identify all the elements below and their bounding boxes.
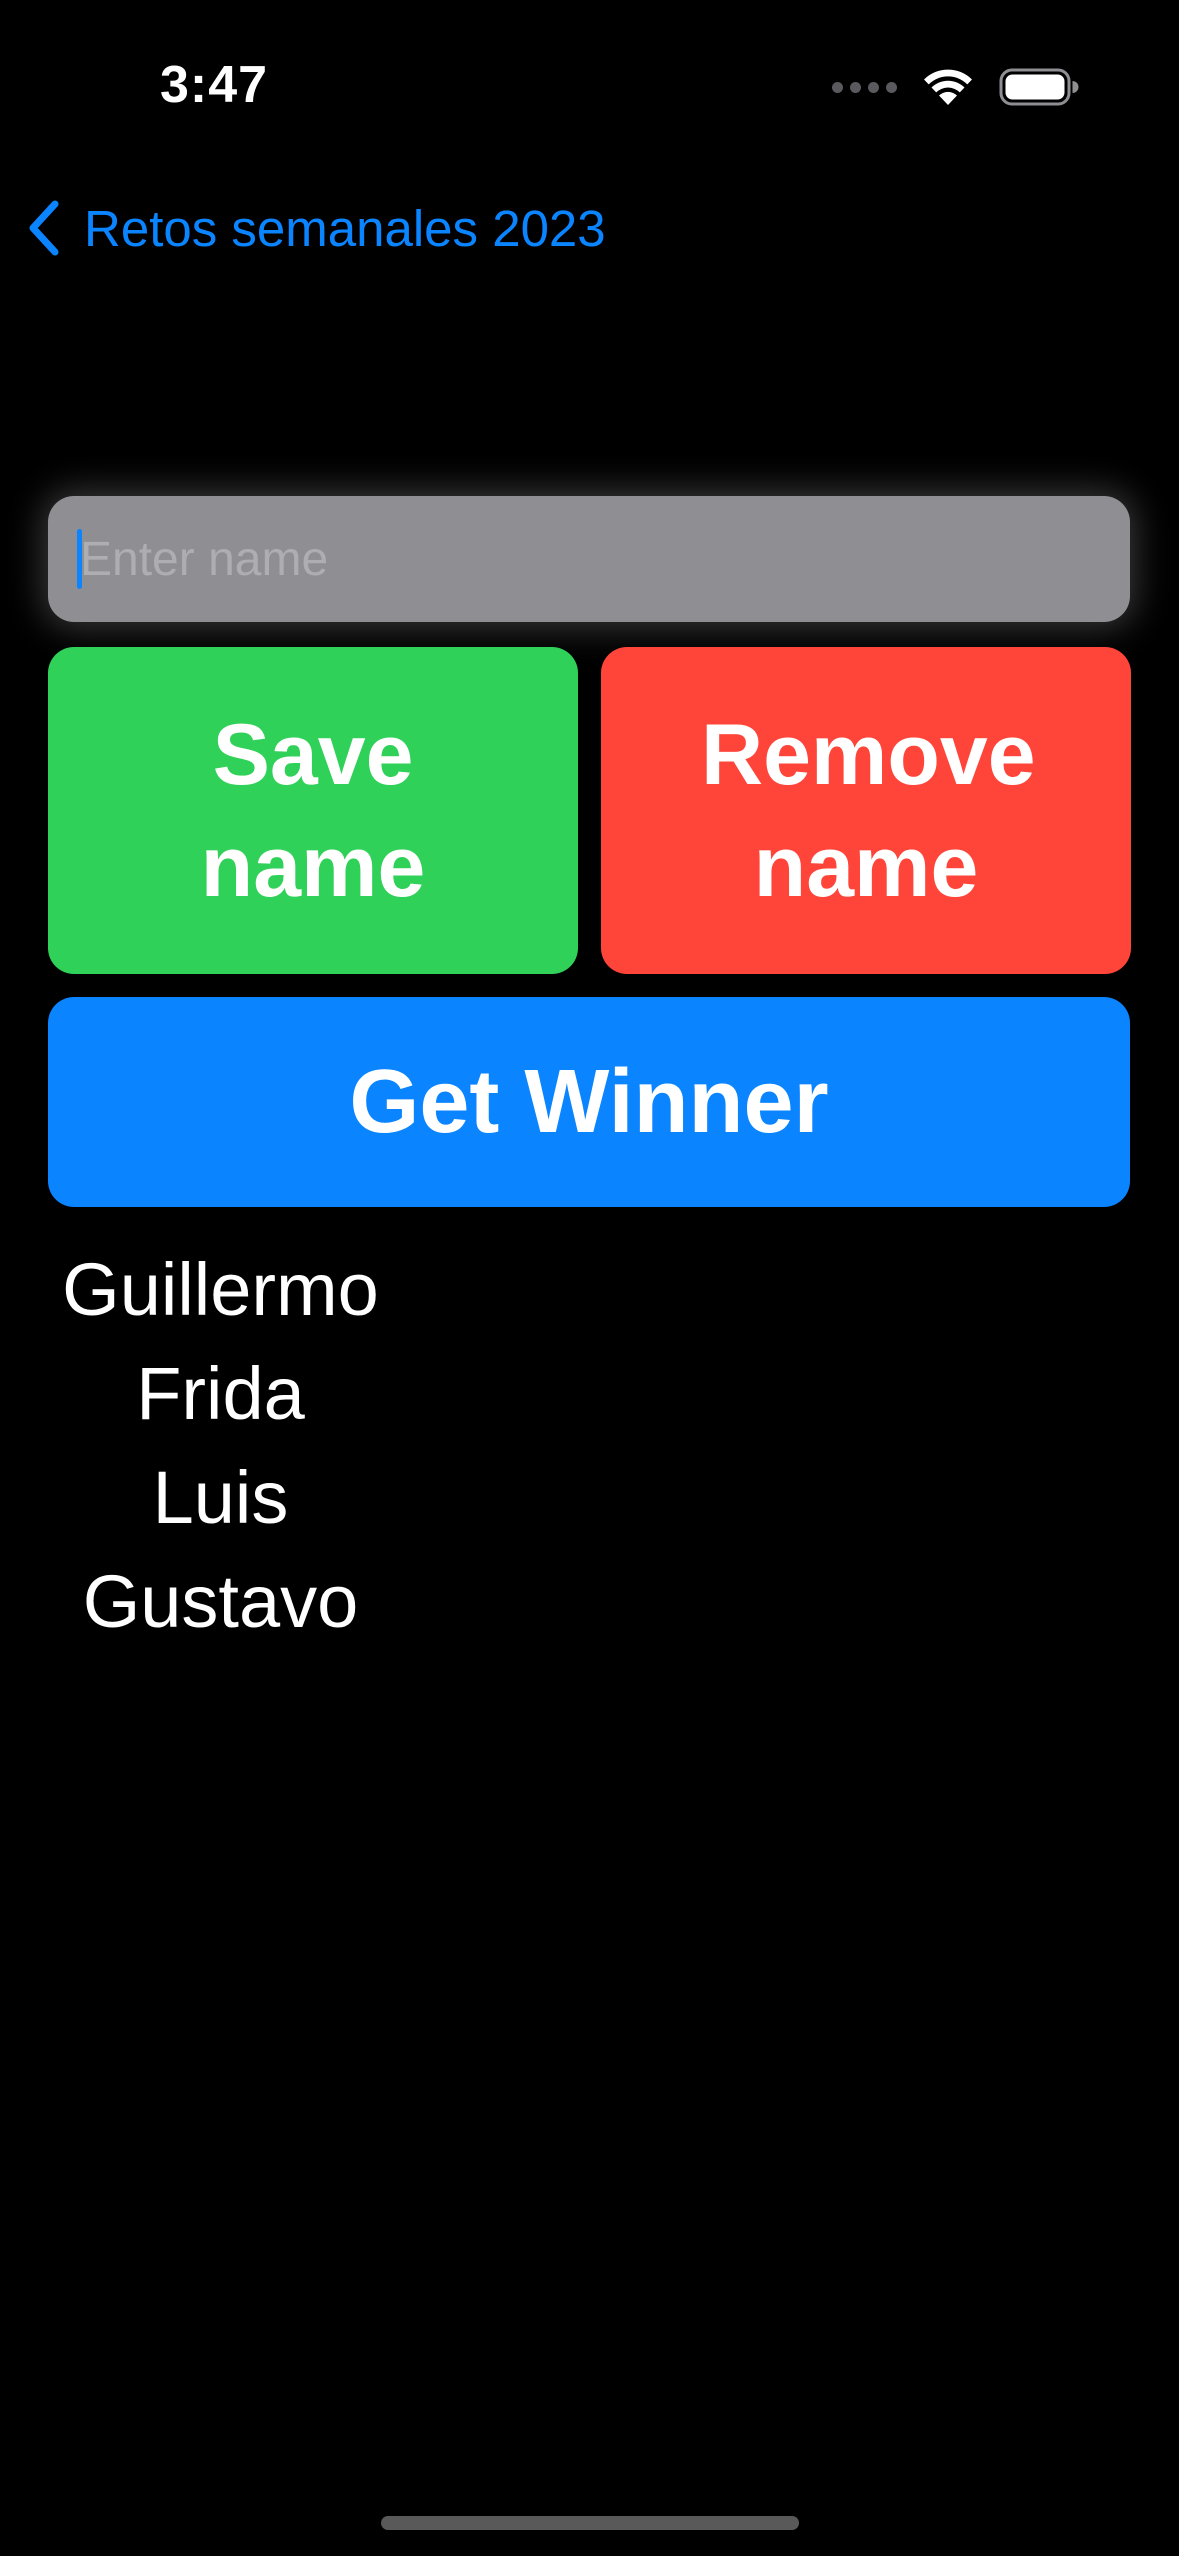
text-cursor [77,529,82,589]
save-name-button[interactable]: Save name [48,647,578,974]
name-list-item: Gustavo [82,1560,359,1643]
battery-icon [999,68,1079,106]
name-list-item: Guillermo [62,1248,379,1331]
get-winner-button-label: Get Winner [349,1051,829,1152]
save-name-button-label: Save name [200,706,426,915]
home-indicator[interactable] [381,2516,799,2530]
remove-name-button-label: Remove name [701,706,1036,915]
name-list-item: Luis [152,1456,289,1539]
status-bar: 3:47 [0,0,1179,160]
status-icons [832,62,1079,112]
names-list: Guillermo Frida Luis Gustavo [48,1238,393,1654]
name-input-container [48,496,1130,622]
status-time: 3:47 [160,56,269,114]
name-list-item: Frida [136,1352,305,1435]
get-winner-button[interactable]: Get Winner [48,997,1130,1207]
remove-name-button[interactable]: Remove name [601,647,1131,974]
back-button[interactable]: Retos semanales 2023 [24,192,606,264]
name-input[interactable] [48,496,1130,622]
cellular-signal-icon [832,81,897,93]
back-button-label: Retos semanales 2023 [84,199,606,257]
wifi-icon [924,69,972,105]
chevron-left-icon [29,200,59,256]
